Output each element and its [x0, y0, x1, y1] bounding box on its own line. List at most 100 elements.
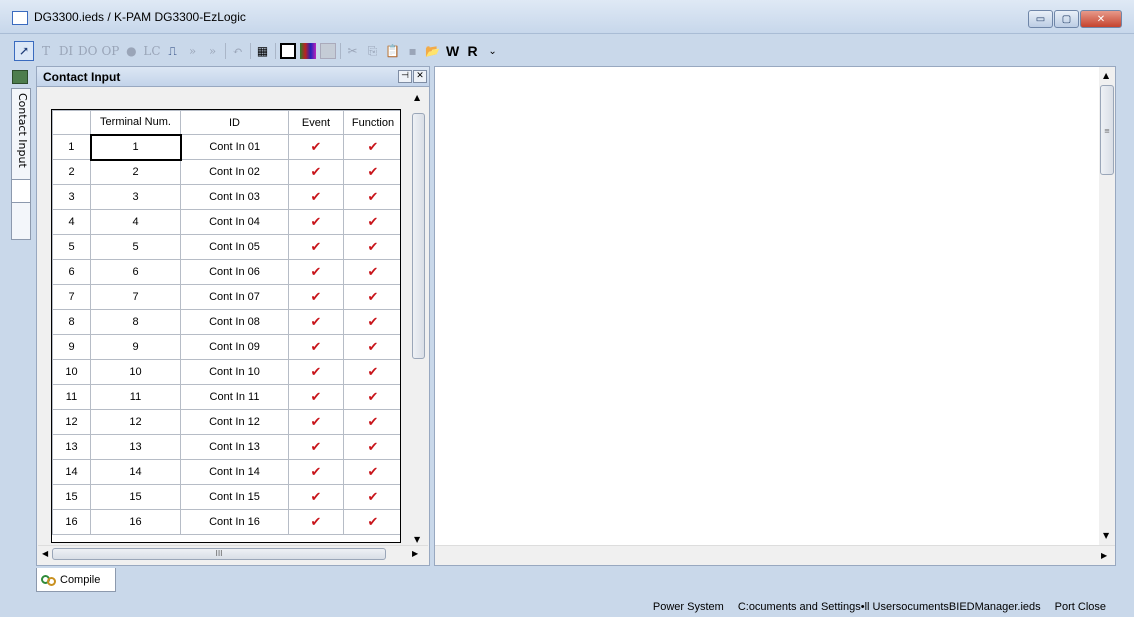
undo-icon[interactable]: ↶ [230, 41, 246, 61]
scroll-right-icon[interactable]: ▶ [412, 549, 418, 558]
terminal-num-cell[interactable]: 9 [90, 334, 181, 360]
function-check-cell[interactable]: ✔ [343, 309, 400, 335]
terminal-num-cell[interactable]: 15 [90, 484, 181, 510]
row-number-cell[interactable]: 4 [52, 209, 91, 235]
row-number-cell[interactable]: 10 [52, 359, 91, 385]
row-number-cell[interactable]: 14 [52, 459, 91, 485]
event-check-cell[interactable]: ✔ [288, 159, 344, 185]
maximize-button[interactable]: ▢ [1054, 10, 1079, 28]
table-row[interactable]: 1 1 Cont In 01 ✔ ✔ [52, 133, 400, 161]
scroll-right-icon[interactable]: ▶ [1101, 551, 1107, 560]
fill-icon[interactable] [319, 41, 336, 61]
pointer-tool-icon[interactable]: ↗ [14, 41, 34, 61]
row-number-cell[interactable]: 2 [52, 159, 91, 185]
terminal-num-cell[interactable]: 12 [90, 409, 181, 435]
id-cell[interactable]: Cont In 13 [180, 434, 289, 460]
scroll-up-icon[interactable]: ▲ [414, 93, 420, 102]
function-check-cell[interactable]: ✔ [343, 284, 400, 310]
id-cell[interactable]: Cont In 04 [180, 209, 289, 235]
di-tool-button[interactable]: DI [58, 41, 74, 61]
sidebar-tab-empty[interactable] [11, 179, 31, 203]
function-check-cell[interactable]: ✔ [343, 184, 400, 210]
editor-vertical-scrollbar[interactable]: ▲ ≡ ▼ [1099, 67, 1115, 545]
id-cell[interactable]: Cont In 08 [180, 309, 289, 335]
fast-forward-tool-button[interactable]: » [205, 41, 221, 61]
color-icon[interactable] [299, 41, 316, 61]
row-number-cell[interactable]: 1 [52, 134, 91, 160]
event-check-cell[interactable]: ✔ [288, 434, 344, 460]
terminal-num-cell[interactable]: 2 [90, 159, 181, 185]
terminal-num-cell[interactable]: 4 [90, 209, 181, 235]
read-button[interactable]: R [465, 41, 481, 61]
column-header-terminal[interactable]: Terminal Num. [90, 110, 181, 135]
function-check-cell[interactable]: ✔ [343, 384, 400, 410]
table-row[interactable]: 15 15 Cont In 15 ✔ ✔ [52, 484, 400, 510]
terminal-num-cell[interactable]: 6 [90, 259, 181, 285]
function-check-cell[interactable]: ✔ [343, 434, 400, 460]
event-check-cell[interactable]: ✔ [288, 459, 344, 485]
open-icon[interactable]: 📂 [425, 41, 441, 61]
minimize-button[interactable]: ▭ [1028, 10, 1053, 28]
row-number-cell[interactable]: 9 [52, 334, 91, 360]
sidebar-tab-contact-input[interactable]: Contact Input [11, 88, 31, 240]
panel-close-button[interactable]: ✕ [413, 70, 427, 83]
toolbar-overflow-icon[interactable]: ⌄ [485, 41, 501, 61]
function-check-cell[interactable]: ✔ [343, 209, 400, 235]
row-number-cell[interactable]: 12 [52, 409, 91, 435]
event-check-cell[interactable]: ✔ [288, 409, 344, 435]
row-number-cell[interactable]: 11 [52, 384, 91, 410]
cut-icon[interactable]: ✂ [345, 41, 361, 61]
id-cell[interactable]: Cont In 02 [180, 159, 289, 185]
function-check-cell[interactable]: ✔ [343, 159, 400, 185]
table-row[interactable]: 13 13 Cont In 13 ✔ ✔ [52, 434, 400, 460]
table-row[interactable]: 16 16 Cont In 16 ✔ ✔ [52, 509, 400, 535]
function-check-cell[interactable]: ✔ [343, 334, 400, 360]
paste-icon[interactable]: 📋 [385, 41, 401, 61]
id-cell[interactable]: Cont In 14 [180, 459, 289, 485]
event-check-cell[interactable]: ✔ [288, 484, 344, 510]
event-check-cell[interactable]: ✔ [288, 184, 344, 210]
id-cell[interactable]: Cont In 09 [180, 334, 289, 360]
event-check-cell[interactable]: ✔ [288, 284, 344, 310]
id-cell[interactable]: Cont In 01 [180, 134, 289, 160]
frame-icon[interactable] [279, 41, 296, 61]
id-cell[interactable]: Cont In 06 [180, 259, 289, 285]
table-row[interactable]: 3 3 Cont In 03 ✔ ✔ [52, 184, 400, 210]
terminal-num-cell[interactable]: 14 [90, 459, 181, 485]
function-check-cell[interactable]: ✔ [343, 484, 400, 510]
terminal-num-cell[interactable]: 1 [89, 133, 182, 161]
pulse-tool-icon[interactable]: ⎍ [165, 41, 181, 61]
row-number-cell[interactable]: 16 [52, 509, 91, 535]
event-check-cell[interactable]: ✔ [288, 234, 344, 260]
id-cell[interactable]: Cont In 12 [180, 409, 289, 435]
hscroll-thumb[interactable]: III [52, 548, 386, 560]
terminal-num-cell[interactable]: 10 [90, 359, 181, 385]
event-check-cell[interactable]: ✔ [288, 509, 344, 535]
function-check-cell[interactable]: ✔ [343, 409, 400, 435]
panel-vertical-scrollbar[interactable]: ▲ ▼ [411, 87, 426, 547]
scrollbar-thumb[interactable]: ≡ [1100, 85, 1114, 175]
terminal-num-cell[interactable]: 13 [90, 434, 181, 460]
forward-tool-button[interactable]: » [185, 41, 201, 61]
scroll-left-icon[interactable]: ◀ [42, 549, 48, 558]
id-cell[interactable]: Cont In 10 [180, 359, 289, 385]
terminal-num-cell[interactable]: 16 [90, 509, 181, 535]
id-cell[interactable]: Cont In 16 [180, 509, 289, 535]
event-check-cell[interactable]: ✔ [288, 359, 344, 385]
logic-editor-canvas[interactable]: ▲ ≡ ▼ ▶ [434, 66, 1116, 566]
row-number-cell[interactable]: 13 [52, 434, 91, 460]
function-check-cell[interactable]: ✔ [343, 459, 400, 485]
terminal-num-cell[interactable]: 5 [90, 234, 181, 260]
row-number-cell[interactable]: 5 [52, 234, 91, 260]
table-row[interactable]: 6 6 Cont In 06 ✔ ✔ [52, 259, 400, 285]
event-check-cell[interactable]: ✔ [288, 384, 344, 410]
function-check-cell[interactable]: ✔ [343, 259, 400, 285]
id-cell[interactable]: Cont In 05 [180, 234, 289, 260]
function-check-cell[interactable]: ✔ [343, 234, 400, 260]
table-row[interactable]: 9 9 Cont In 09 ✔ ✔ [52, 334, 400, 360]
row-number-cell[interactable]: 8 [52, 309, 91, 335]
table-row[interactable]: 7 7 Cont In 07 ✔ ✔ [52, 284, 400, 310]
lc-tool-button[interactable]: LC [143, 41, 160, 61]
scroll-down-icon[interactable]: ▼ [414, 535, 420, 544]
id-cell[interactable]: Cont In 11 [180, 384, 289, 410]
